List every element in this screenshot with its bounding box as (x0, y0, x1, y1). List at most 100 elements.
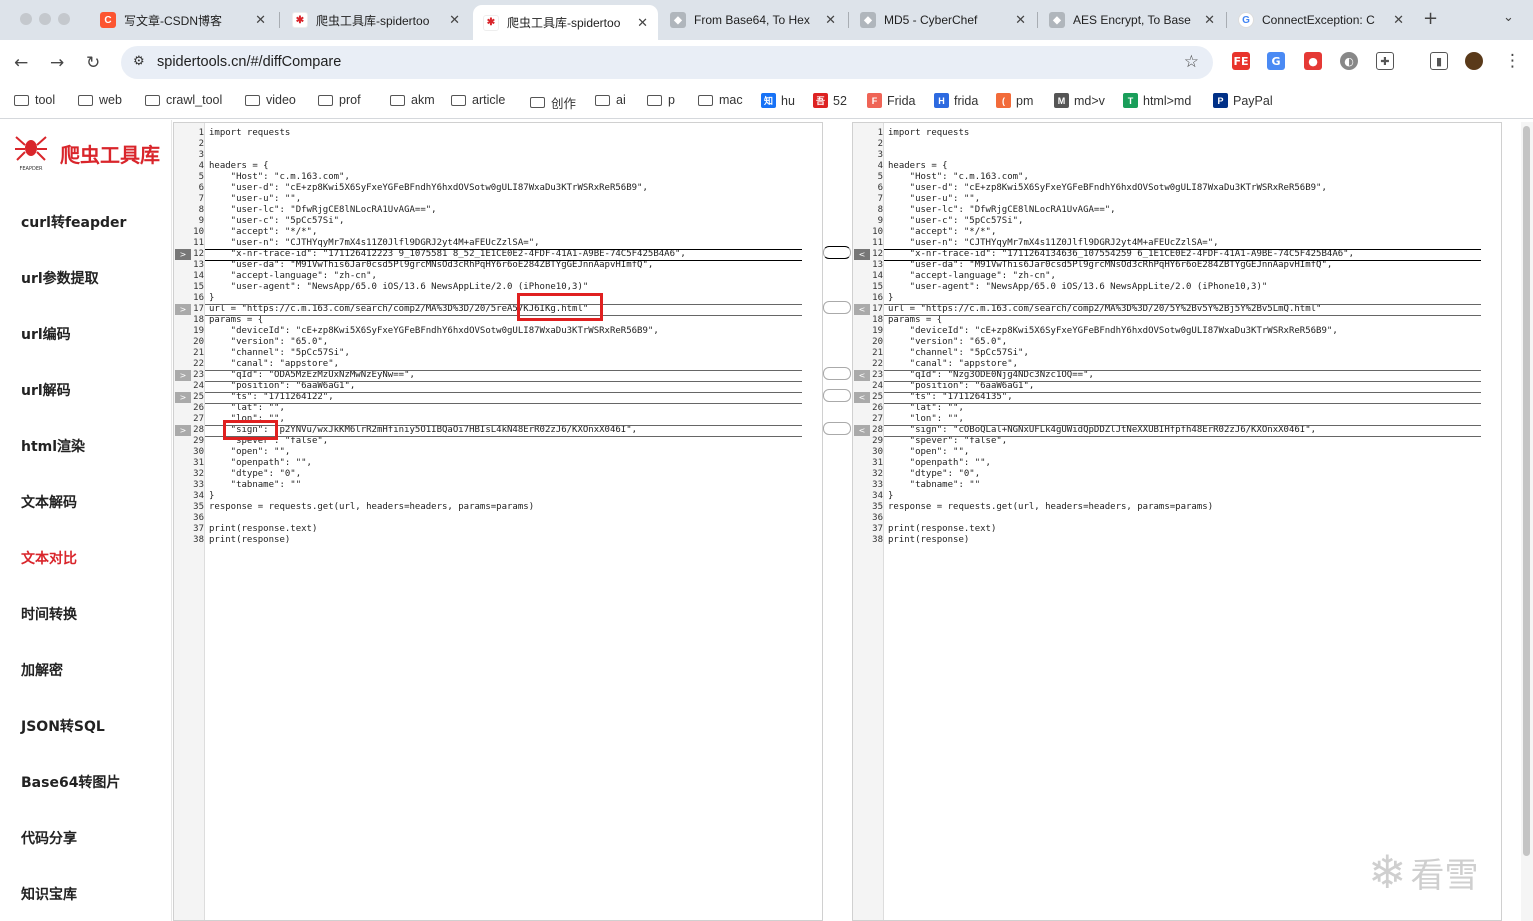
window-controls[interactable] (20, 13, 70, 25)
code-line[interactable]: "accept-language": "zh-cn", (209, 271, 377, 282)
diff-marker-icon[interactable]: > (175, 304, 191, 315)
diff-connector[interactable] (823, 422, 851, 435)
code-line[interactable]: } (888, 293, 893, 304)
diff-connector[interactable] (823, 389, 851, 402)
tab-csdn[interactable]: C 写文章-CSDN博客 ✕ (90, 0, 276, 40)
code-line[interactable]: "user-u": "", (888, 194, 980, 205)
menu-kebab-icon[interactable]: ⋮ (1504, 51, 1521, 71)
code-line[interactable]: "position": "6aaW6aG1", (209, 381, 356, 392)
code-line[interactable]: "open": "", (888, 447, 970, 458)
code-line[interactable]: "x-nr-trace-id": "1711264134636_10755425… (888, 249, 1354, 260)
sidebar-item[interactable]: 代码分享 (21, 828, 77, 848)
close-icon[interactable]: ✕ (449, 12, 460, 28)
code-line[interactable]: "user-lc": "DfwRjgCE8lNLocRA1UvAGA==", (888, 205, 1116, 216)
bookmark-tool[interactable]: tool (14, 93, 55, 107)
code-line[interactable]: "qId": "Nzg3ODE0Njg4NDc3Nzc1OQ==", (888, 370, 1094, 381)
code-line[interactable]: "Host": "c.m.163.com", (888, 172, 1029, 183)
diff-connector[interactable] (823, 301, 851, 314)
code-line[interactable]: "user-d": "cE+zp8Kwi5X6SyFxeYGFeBFndhY6h… (209, 183, 648, 194)
red-extension-icon[interactable]: ● (1304, 52, 1322, 70)
tab-cyberchef-md5[interactable]: ◆ MD5 - CyberChef ✕ (850, 0, 1036, 40)
sidebar-item[interactable]: url解码 (21, 380, 71, 400)
diff-marker-icon[interactable]: < (854, 249, 870, 260)
bookmark-frida[interactable]: Hfrida (934, 93, 978, 108)
code-line[interactable]: "lat": "", (209, 403, 285, 414)
close-icon[interactable]: ✕ (1015, 12, 1026, 28)
sidebar-item[interactable]: JSON转SQL (21, 716, 105, 736)
sidebar-item[interactable]: Base64转图片 (21, 772, 120, 792)
code-line[interactable]: "user-c": "5pCc57Si", (888, 216, 1024, 227)
code-line[interactable]: "channel": "5pCc57Si", (888, 348, 1029, 359)
code-line[interactable]: url = "https://c.m.163.com/search/comp2/… (888, 304, 1321, 315)
bookmark-pm[interactable]: (pm (996, 93, 1033, 108)
bookmark-mdv[interactable]: Mmd>v (1054, 93, 1105, 108)
code-line[interactable]: "position": "6aaW6aG1", (888, 381, 1035, 392)
code-line[interactable]: print(response.text) (209, 524, 317, 535)
code-line[interactable]: headers = { (209, 161, 269, 172)
url-text[interactable]: spidertools.cn/#/diffCompare (157, 54, 341, 70)
sidebar-item[interactable]: 加解密 (21, 660, 63, 680)
diff-connector[interactable] (823, 246, 851, 259)
bookmark-web[interactable]: web (78, 93, 122, 107)
code-line[interactable]: "qId": "ODA5MzEzMzUxNzMwNzEyNw==", (209, 370, 415, 381)
minimize-window-icon[interactable] (39, 13, 51, 25)
code-line[interactable]: headers = { (888, 161, 948, 172)
code-line[interactable]: "accept-language": "zh-cn", (888, 271, 1056, 282)
code-line[interactable]: "user-da": "M91VwThis6Jar0csd5Pl9grcMNsO… (209, 260, 654, 271)
code-line[interactable]: "lon": "", (888, 414, 964, 425)
bookmark-p[interactable]: p (647, 93, 675, 107)
new-tab-button[interactable]: + (1423, 8, 1438, 29)
forward-arrow-icon[interactable]: → (50, 53, 64, 73)
code-line[interactable]: "deviceId": "cE+zp8Kwi5X6SyFxeYGFeBFndhY… (209, 326, 659, 337)
bookmark-video[interactable]: video (245, 93, 296, 107)
sidebar-item[interactable]: curl转feapder (21, 212, 126, 232)
diff-marker-icon[interactable]: < (854, 370, 870, 381)
code-line[interactable]: "ts": "1711264135", (888, 392, 1013, 403)
tab-cyberchef-base64[interactable]: ◆ From Base64, To Hex ✕ (660, 0, 846, 40)
profile-avatar[interactable] (1465, 52, 1483, 70)
address-bar[interactable]: ⚙ spidertools.cn/#/diffCompare ☆ (121, 46, 1213, 79)
code-line[interactable]: "user-agent": "NewsApp/65.0 iOS/13.6 New… (209, 282, 589, 293)
tab-spidertools-active[interactable]: ✱ 爬虫工具库-spidertoo ✕ (473, 5, 658, 40)
code-line[interactable]: response = requests.get(url, headers=hea… (888, 502, 1213, 513)
code-line[interactable]: "user-agent": "NewsApp/65.0 iOS/13.6 New… (888, 282, 1268, 293)
code-line[interactable]: import requests (209, 128, 290, 139)
close-window-icon[interactable] (20, 13, 32, 25)
close-icon[interactable]: ✕ (825, 12, 836, 28)
maximize-window-icon[interactable] (58, 13, 70, 25)
code-line[interactable]: "canal": "appstore", (888, 359, 1018, 370)
code-line[interactable]: "deviceId": "cE+zp8Kwi5X6SyFxeYGFeBFndhY… (888, 326, 1338, 337)
sidebar-item[interactable]: url编码 (21, 324, 71, 344)
diff-marker-icon[interactable]: < (854, 304, 870, 315)
code-line[interactable]: "dtype": "0", (209, 469, 301, 480)
code-line[interactable]: "channel": "5pCc57Si", (209, 348, 350, 359)
code-line[interactable]: "spever": "false", (888, 436, 1008, 447)
translate-extension-icon[interactable]: G (1267, 52, 1285, 70)
code-line[interactable]: "user-u": "", (209, 194, 301, 205)
code-line[interactable]: "dtype": "0", (888, 469, 980, 480)
diff-marker-icon[interactable]: < (854, 392, 870, 403)
bookmark-frida[interactable]: F Frida (867, 93, 915, 108)
diff-editor-left[interactable]: 1 import requests 2 3 4 headers = {5 "Host": … (173, 122, 823, 921)
code-line[interactable]: "lat": "", (888, 403, 964, 414)
diff-marker-icon[interactable]: < (854, 425, 870, 436)
code-line[interactable]: "ts": "1711264122", (209, 392, 334, 403)
bookmark-[interactable]: 创作 (530, 93, 576, 112)
bookmark-52[interactable]: 吾 52 (813, 93, 847, 108)
code-line[interactable]: "user-c": "5pCc57Si", (209, 216, 345, 227)
bookmark-ai[interactable]: ai (595, 93, 626, 107)
code-line[interactable]: "Host": "c.m.163.com", (209, 172, 350, 183)
code-line[interactable]: "openpath": "", (209, 458, 312, 469)
sidebar-item[interactable]: html渲染 (21, 436, 85, 456)
side-panel-icon[interactable]: ▮ (1430, 52, 1448, 70)
bookmark-crawltool[interactable]: crawl_tool (145, 93, 222, 107)
code-line[interactable]: "user-lc": "DfwRjgCE8lNLocRA1UvAGA==", (209, 205, 437, 216)
sidebar-item[interactable]: 知识宝库 (21, 884, 77, 904)
sidebar-item[interactable]: 时间转换 (21, 604, 77, 624)
sidebar-item[interactable]: url参数提取 (21, 268, 99, 288)
code-line[interactable]: "sign": "cOBoQLal+NGNxUFLk4gUWidQpDDZlJt… (888, 425, 1316, 436)
code-line[interactable]: "user-d": "cE+zp8Kwi5X6SyFxeYGFeBFndhY6h… (888, 183, 1327, 194)
code-line[interactable]: "user-n": "CJTHYqyMr7mX4s11Z0Jlfl9DGRJ2y… (209, 238, 540, 249)
scrollbar-thumb[interactable] (1523, 126, 1530, 856)
close-icon[interactable]: ✕ (255, 12, 266, 28)
